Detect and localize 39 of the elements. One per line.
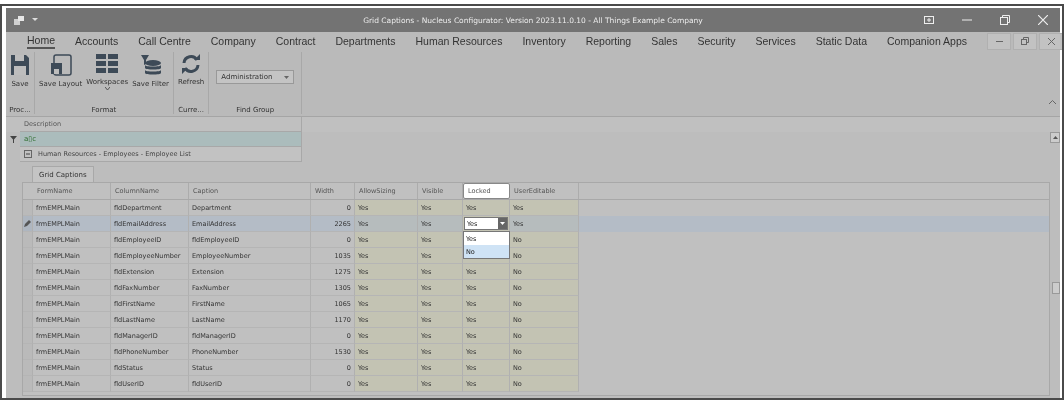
menu-tab[interactable]: Inventory [522,34,566,48]
minimize-icon[interactable] [962,19,972,21]
menu-tab[interactable]: Home [27,33,55,49]
menu-tab[interactable]: Company [210,34,256,48]
minimize-icon [995,40,1003,42]
layout-icon[interactable] [924,16,934,24]
restore-icon [1021,37,1029,45]
filter-database-icon [139,54,162,76]
refresh-icon [180,54,203,74]
caret-icon [1052,136,1058,139]
menu-tab[interactable]: Human Resources [415,34,503,48]
menu-tab[interactable]: Accounts [75,34,119,48]
menu-tab[interactable]: Departments [335,34,396,48]
close-icon[interactable] [1038,15,1048,25]
floppy-window-icon [49,54,72,76]
close-icon [1047,37,1055,45]
collapse-icon[interactable] [24,150,32,158]
menu-tab[interactable]: Security [697,34,736,48]
menu-tab[interactable]: Sales [651,34,678,48]
filter-icon [9,136,17,143]
pencil-icon [24,220,31,227]
caret-icon [284,75,290,79]
caret-icon[interactable] [32,18,38,22]
menu-tab[interactable]: Contract [275,34,316,48]
menu-tab[interactable]: Static Data [815,34,867,48]
collapse-icon[interactable] [1049,100,1056,104]
menu-tab[interactable]: Companion Apps [887,34,967,48]
menu-tab[interactable]: Call Centre [138,34,191,48]
grid-icon [96,54,119,74]
scroll-thumb[interactable] [1052,282,1060,294]
menu-tab[interactable]: Reporting [585,34,632,48]
caret-icon [500,222,505,225]
close-button[interactable] [1039,32,1062,50]
menu-tab[interactable]: Services [755,34,796,48]
chevron-down-icon [104,87,110,90]
restore-icon[interactable] [1000,15,1010,25]
app-icon [14,15,24,25]
restore-button[interactable] [1013,32,1037,50]
scroll-up-button[interactable] [1050,132,1060,143]
